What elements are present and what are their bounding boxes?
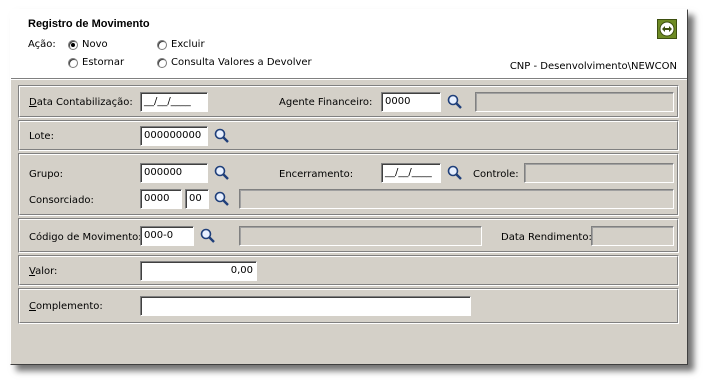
controle-label: Controle: bbox=[473, 169, 519, 180]
agente-financeiro-label: Agente Financeiro: bbox=[279, 97, 373, 108]
search-icon[interactable] bbox=[214, 191, 230, 207]
radio-novo-label: Novo bbox=[82, 39, 108, 50]
consorciado-field[interactable]: 0000 bbox=[140, 189, 182, 209]
agente-financeiro-description bbox=[475, 92, 674, 112]
grupo-field[interactable]: 000000 bbox=[140, 163, 208, 183]
consorciado-label: Consorciado: bbox=[29, 195, 94, 206]
radio-estornar-label: Estornar bbox=[82, 57, 125, 68]
data-contabilizacao-field[interactable]: __/__/____ bbox=[140, 92, 208, 112]
search-icon[interactable] bbox=[214, 165, 230, 181]
section-codigo-movimento: Código de Movimento: 000-0 Data Rendimen… bbox=[18, 218, 679, 253]
data-contabilizacao-label: Data Contabilização: bbox=[29, 97, 133, 108]
data-contabilizacao-label-rest: ata Contabilização: bbox=[36, 97, 133, 108]
server-label: CNP - Desenvolvimento\NEWCON bbox=[509, 61, 677, 72]
radio-excluir[interactable]: Excluir bbox=[157, 39, 205, 50]
radio-estornar[interactable]: Estornar bbox=[68, 57, 124, 68]
consorciado-description bbox=[239, 189, 674, 209]
registro-movimento-window: Registro de Movimento Ação: Novo Excluir… bbox=[10, 9, 688, 365]
complemento-label-rest: omplemento: bbox=[35, 301, 103, 312]
lote-label: Lote: bbox=[29, 131, 54, 142]
data-rendimento-field bbox=[591, 226, 674, 246]
grupo-label: Grupo: bbox=[29, 169, 64, 180]
radio-consulta-label: Consulta Valores a Devolver bbox=[171, 57, 312, 68]
section-data-agente: Data Contabilização: __/__/____ Agente F… bbox=[18, 85, 679, 118]
section-lote: Lote: 000000000 bbox=[18, 120, 679, 151]
search-icon[interactable] bbox=[447, 165, 463, 181]
radio-novo-indicator[interactable] bbox=[68, 39, 78, 50]
search-icon[interactable] bbox=[447, 94, 463, 110]
header-separator bbox=[11, 78, 687, 80]
lote-field[interactable]: 000000000 bbox=[140, 126, 208, 146]
section-grupo-consorciado: Grupo: 000000 Encerramento: __/__/____ C… bbox=[18, 153, 679, 216]
complemento-label: Complemento: bbox=[29, 301, 103, 312]
encerramento-field[interactable]: __/__/____ bbox=[381, 163, 441, 183]
data-contabilizacao-label-d: D bbox=[29, 97, 37, 108]
valor-field[interactable]: 0,00 bbox=[140, 261, 257, 281]
codigo-movimento-field[interactable]: 000-0 bbox=[140, 226, 194, 246]
header-panel: Registro de Movimento Ação: Novo Excluir… bbox=[11, 10, 687, 78]
complemento-field[interactable] bbox=[140, 296, 471, 316]
search-icon[interactable] bbox=[200, 228, 216, 244]
radio-estornar-indicator[interactable] bbox=[68, 57, 78, 68]
radio-novo[interactable]: Novo bbox=[68, 39, 108, 50]
page-title: Registro de Movimento bbox=[28, 18, 150, 30]
valor-label: Valor: bbox=[29, 266, 57, 277]
section-complemento: Complemento: bbox=[18, 288, 679, 324]
radio-excluir-label: Excluir bbox=[171, 39, 205, 50]
radio-consulta-indicator[interactable] bbox=[157, 57, 167, 68]
search-icon[interactable] bbox=[214, 128, 230, 144]
agente-financeiro-field[interactable]: 0000 bbox=[381, 92, 441, 112]
codigo-movimento-label: Código de Movimento: bbox=[29, 232, 142, 243]
acao-label: Ação: bbox=[28, 39, 56, 50]
codigo-movimento-description bbox=[239, 226, 482, 246]
arrows-icon[interactable] bbox=[657, 19, 677, 39]
valor-label-rest: alor: bbox=[35, 266, 58, 277]
controle-field bbox=[524, 163, 674, 183]
encerramento-label: Encerramento: bbox=[279, 169, 354, 180]
section-valor: Valor: 0,00 bbox=[18, 255, 679, 286]
complemento-label-c: C bbox=[29, 301, 36, 312]
radio-consulta[interactable]: Consulta Valores a Devolver bbox=[157, 57, 312, 68]
radio-excluir-indicator[interactable] bbox=[157, 39, 167, 50]
data-rendimento-label: Data Rendimento: bbox=[501, 232, 592, 243]
consorciado-digit-field[interactable]: 00 bbox=[185, 189, 209, 209]
